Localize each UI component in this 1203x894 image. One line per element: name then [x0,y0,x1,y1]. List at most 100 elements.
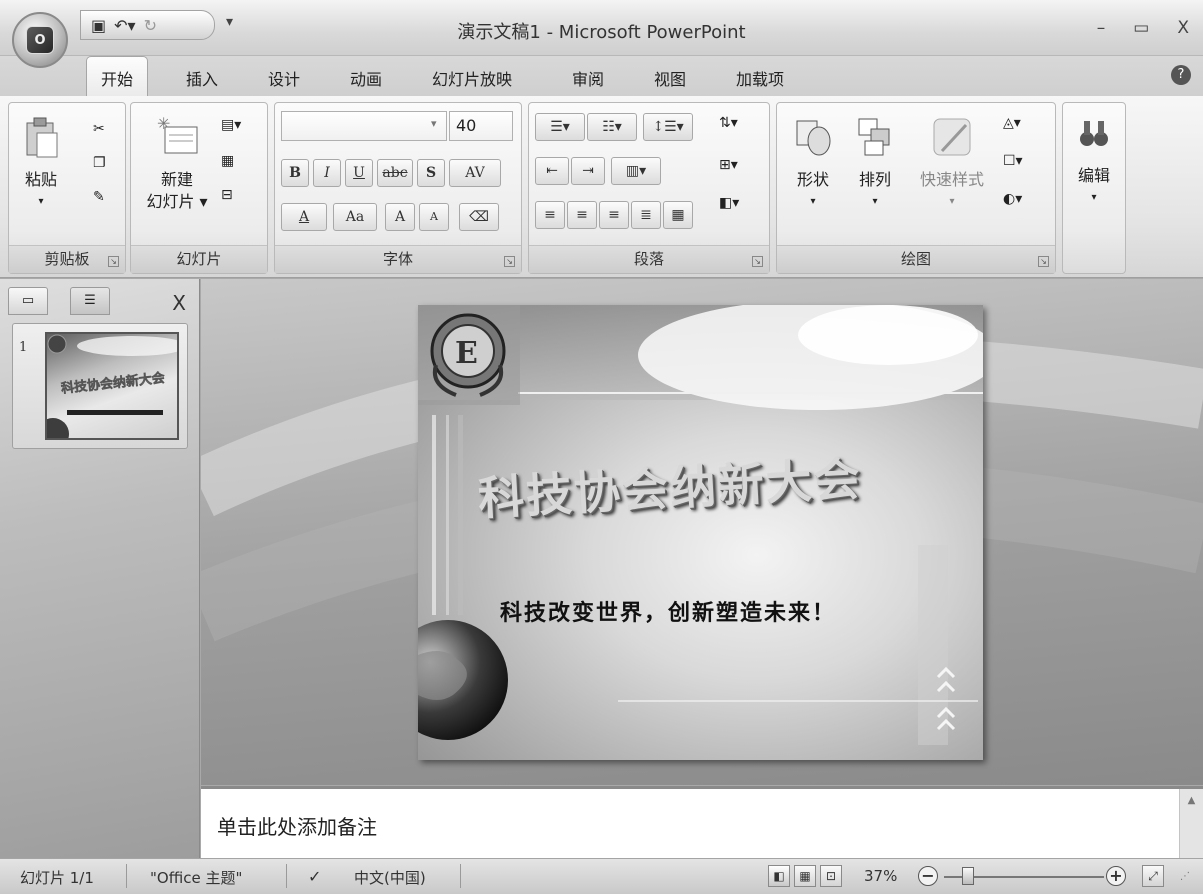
group-editing: 编辑 ▾ [1062,102,1126,274]
window-title: 演示文稿1 - Microsoft PowerPoint [457,22,746,43]
shadow-button[interactable]: S [417,159,445,187]
character-spacing-button[interactable]: AV [449,159,501,187]
paste-button[interactable]: 粘贴 ▾ [19,115,63,213]
slide[interactable]: E 科技协会纳新大会 科技改变世界，创新塑造未来！ [418,305,983,760]
tab-slide-show[interactable]: 幻灯片放映 [432,66,512,90]
font-name-input[interactable] [281,111,447,141]
status-theme[interactable]: "Office 主题" [150,867,242,888]
italic-button[interactable]: I [313,159,341,187]
close-button[interactable]: X [1177,18,1189,38]
svg-text:科技协会纳新大会: 科技协会纳新大会 [60,370,166,397]
group-clipboard: 粘贴 ▾ ✂ ❐ ✎ 剪贴板 ↘ [8,102,126,274]
grow-font-button[interactable]: A [385,203,415,231]
office-logo-icon: O [26,26,54,54]
slide-show-view-button[interactable]: ⊡ [820,865,842,887]
smartart-icon[interactable]: ◧▾ [719,195,739,215]
office-button[interactable]: O [12,12,68,68]
bullets-icon[interactable]: ☰▾ [535,113,585,141]
scroll-up-icon[interactable]: ▲ [1180,795,1203,806]
clipboard-launcher-icon[interactable]: ↘ [108,256,119,267]
strikethrough-button[interactable]: abc [377,159,413,187]
slide-thumbnail-item[interactable]: 1 科技协会纳新大会 [12,323,188,449]
fit-to-window-button[interactable]: ⤢ [1142,865,1164,887]
text-direction-icon[interactable]: ⇅▾ [719,115,739,135]
outline-tab-icon: ☰ [84,293,96,308]
font-size-input[interactable]: 40 [449,111,513,141]
notes-pane[interactable]: 单击此处添加备注 ▲ [201,786,1203,861]
justify-icon[interactable]: ≣ [631,201,661,229]
copy-icon[interactable]: ❐ [93,155,113,175]
slide-thumbnail-number: 1 [19,340,28,355]
zoom-level[interactable]: 37% [864,867,897,885]
paragraph-launcher-icon[interactable]: ↘ [752,256,763,267]
tab-animations[interactable]: 动画 [350,66,382,90]
shape-effects-icon[interactable]: ◐▾ [1003,191,1023,211]
delete-slide-icon[interactable]: ⊟ [221,187,241,207]
layout-icon[interactable]: ▤▾ [221,117,241,137]
slides-pane: ▭ ☰ X 1 科技协会纳新大会 [0,279,200,859]
notes-scrollbar[interactable]: ▲ [1179,789,1203,861]
distributed-icon[interactable]: ▦ [663,201,693,229]
columns-icon[interactable]: ▥▾ [611,157,661,185]
clear-formatting-icon[interactable]: ⌫ [459,203,499,231]
change-case-button[interactable]: Aa [333,203,377,231]
bold-button[interactable]: B [281,159,309,187]
resize-grip-icon[interactable]: ⋰ [1180,871,1190,882]
slide-sorter-icon: ▦ [799,869,811,883]
zoom-slider-thumb[interactable] [962,867,974,885]
increase-indent-icon[interactable]: ⇥ [571,157,605,185]
maximize-button[interactable]: ▭ [1133,18,1149,38]
slide-thumbnail[interactable]: 科技协会纳新大会 [45,332,179,440]
quick-styles-button[interactable]: 快速样式 ▾ [909,115,995,213]
font-name-dropdown-icon[interactable]: ▾ [431,117,437,130]
format-painter-icon[interactable]: ✎ [93,189,113,209]
group-slides: ✳ 新建 幻灯片 ▾ ▤▾ ▦ ⊟ 幻灯片 [130,102,268,274]
shapes-button[interactable]: 形状 ▾ [785,115,841,213]
notes-placeholder[interactable]: 单击此处添加备注 [217,811,377,840]
minimize-button[interactable]: – [1097,18,1106,38]
slides-pane-close-button[interactable]: X [172,291,186,315]
font-color-button[interactable]: A [281,203,327,231]
underline-button[interactable]: U [345,159,373,187]
arrange-button[interactable]: 排列 ▾ [847,115,903,213]
tab-outline[interactable]: ☰ [70,287,110,315]
spell-check-icon[interactable]: ✓ [308,867,321,886]
align-text-icon[interactable]: ⊞▾ [719,157,739,177]
zoom-in-button[interactable]: + [1106,866,1126,886]
decrease-indent-icon[interactable]: ⇤ [535,157,569,185]
shape-fill-icon[interactable]: ◬▾ [1003,115,1023,135]
help-icon[interactable]: ? [1171,65,1191,85]
tab-addins[interactable]: 加载项 [736,66,784,90]
normal-view-button[interactable]: ◧ [768,865,790,887]
numbering-icon[interactable]: ☷▾ [587,113,637,141]
tab-home[interactable]: 开始 [86,56,149,97]
shrink-font-button[interactable]: A [419,203,449,231]
association-emblem-icon: E [430,313,506,397]
status-language[interactable]: 中文(中国) [354,867,426,888]
tab-insert[interactable]: 插入 [186,66,218,90]
align-center-icon[interactable]: ≡ [567,201,597,229]
tab-slides[interactable]: ▭ [8,287,48,315]
group-label-slides: 幻灯片 [131,245,267,273]
align-left-icon[interactable]: ≡ [535,201,565,229]
slide-sorter-view-button[interactable]: ▦ [794,865,816,887]
group-font: ▾ 40 B I U abc S AV A Aa A A ⌫ 字体 ↘ [274,102,522,274]
binoculars-icon [1080,121,1108,146]
group-label-paragraph: 段落 [529,245,769,273]
tab-view[interactable]: 视图 [654,66,686,90]
align-right-icon[interactable]: ≡ [599,201,629,229]
tab-design[interactable]: 设计 [268,66,300,90]
drawing-launcher-icon[interactable]: ↘ [1038,256,1049,267]
zoom-out-button[interactable]: − [918,866,938,886]
line-spacing-icon[interactable]: ↕☰▾ [643,113,693,141]
cut-icon[interactable]: ✂ [93,121,113,141]
reset-icon[interactable]: ▦ [221,153,241,173]
tab-review[interactable]: 审阅 [572,66,604,90]
slides-pane-tabs: ▭ ☰ X [6,287,194,317]
shape-outline-icon[interactable]: ☐▾ [1003,153,1023,173]
group-drawing: 形状 ▾ 排列 ▾ 快速样式 ▾ ◬▾ ☐▾ ◐▾ 绘图 ↘ [776,102,1056,274]
new-slide-button[interactable]: ✳ 新建 幻灯片 ▾ [139,114,215,213]
editing-button[interactable]: 编辑 ▾ [1067,115,1121,209]
slide-subtitle[interactable]: 科技改变世界，创新塑造未来！ [500,595,940,627]
font-launcher-icon[interactable]: ↘ [504,256,515,267]
